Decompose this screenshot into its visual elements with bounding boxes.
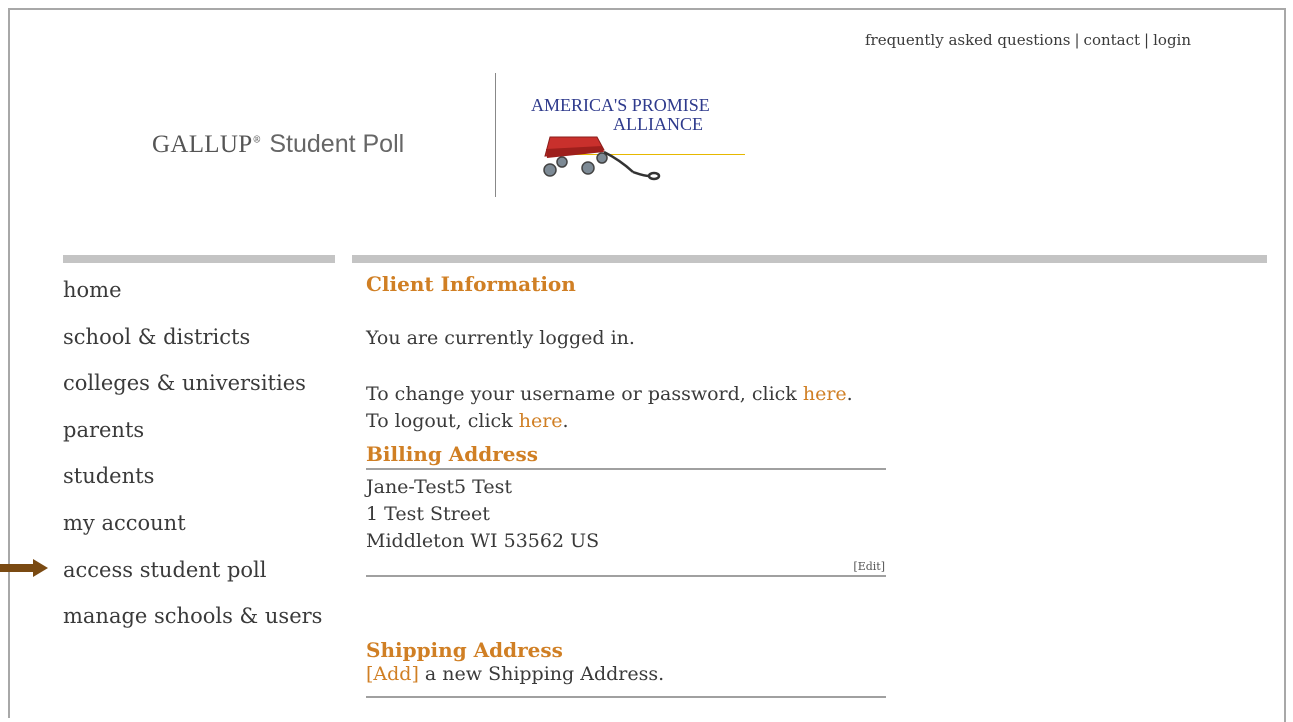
login-link[interactable]: login — [1153, 31, 1191, 49]
sidebar-nav: home school & districts colleges & unive… — [63, 275, 322, 648]
edit-billing-link[interactable]: [Edit] — [853, 560, 885, 573]
content-top-bar — [352, 255, 1267, 263]
sidebar-item-home[interactable]: home — [63, 275, 322, 322]
logout-prefix: To logout, click — [366, 410, 519, 432]
sidebar-item-my-account[interactable]: my account — [63, 508, 322, 555]
change-prefix: To change your username or password, cli… — [366, 383, 803, 405]
logo-divider — [495, 73, 496, 197]
student-poll-text: Student Poll — [269, 130, 405, 158]
logged-in-status: You are currently logged in. — [366, 327, 635, 349]
billing-top-rule — [366, 468, 886, 470]
gallup-student-poll-logo[interactable]: GALLUP® Student Poll — [152, 129, 404, 159]
change-suffix: . — [846, 383, 853, 405]
sidebar-item-manage-schools-users[interactable]: manage schools & users — [63, 601, 322, 648]
sidebar-item-access-student-poll[interactable]: access student poll — [63, 555, 322, 602]
americas-promise-alliance-logo[interactable]: AMERICA'S PROMISE ALLIANCE — [520, 94, 750, 184]
faq-link[interactable]: frequently asked questions — [865, 31, 1071, 49]
shipping-add-text: [Add] a new Shipping Address. — [366, 663, 664, 685]
contact-link[interactable]: contact — [1084, 31, 1141, 49]
page-title: Client Information — [366, 272, 576, 296]
sidebar-item-colleges-universities[interactable]: colleges & universities — [63, 368, 322, 415]
logout-link[interactable]: here — [519, 410, 563, 432]
red-wagon-icon — [543, 136, 661, 181]
sidebar-item-parents[interactable]: parents — [63, 415, 322, 462]
separator: | — [1074, 31, 1080, 49]
registered-mark: ® — [252, 135, 262, 146]
billing-city: Middleton WI 53562 US — [366, 530, 600, 552]
sidebar-top-bar — [63, 255, 335, 263]
billing-name: Jane-Test5 Test — [366, 476, 512, 498]
page-frame-right — [1284, 8, 1286, 722]
change-credentials-text: To change your username or password, cli… — [366, 383, 853, 405]
sidebar-item-students[interactable]: students — [63, 461, 322, 508]
billing-street: 1 Test Street — [366, 503, 490, 525]
add-shipping-suffix: a new Shipping Address. — [418, 663, 665, 685]
billing-bottom-rule — [366, 575, 886, 577]
gallup-brand: GALLUP — [152, 131, 253, 158]
logout-text: To logout, click here. — [366, 410, 569, 432]
separator: | — [1144, 31, 1150, 49]
shipping-heading: Shipping Address — [366, 638, 563, 662]
add-shipping-link[interactable]: [Add] — [366, 663, 419, 685]
change-credentials-link[interactable]: here — [803, 383, 847, 405]
sidebar-item-school-districts[interactable]: school & districts — [63, 322, 322, 369]
top-links: frequently asked questions | contact | login — [865, 31, 1191, 49]
billing-heading: Billing Address — [366, 442, 539, 466]
shipping-bottom-rule — [366, 696, 886, 698]
logout-suffix: . — [562, 410, 569, 432]
arrow-right-icon — [0, 559, 48, 577]
